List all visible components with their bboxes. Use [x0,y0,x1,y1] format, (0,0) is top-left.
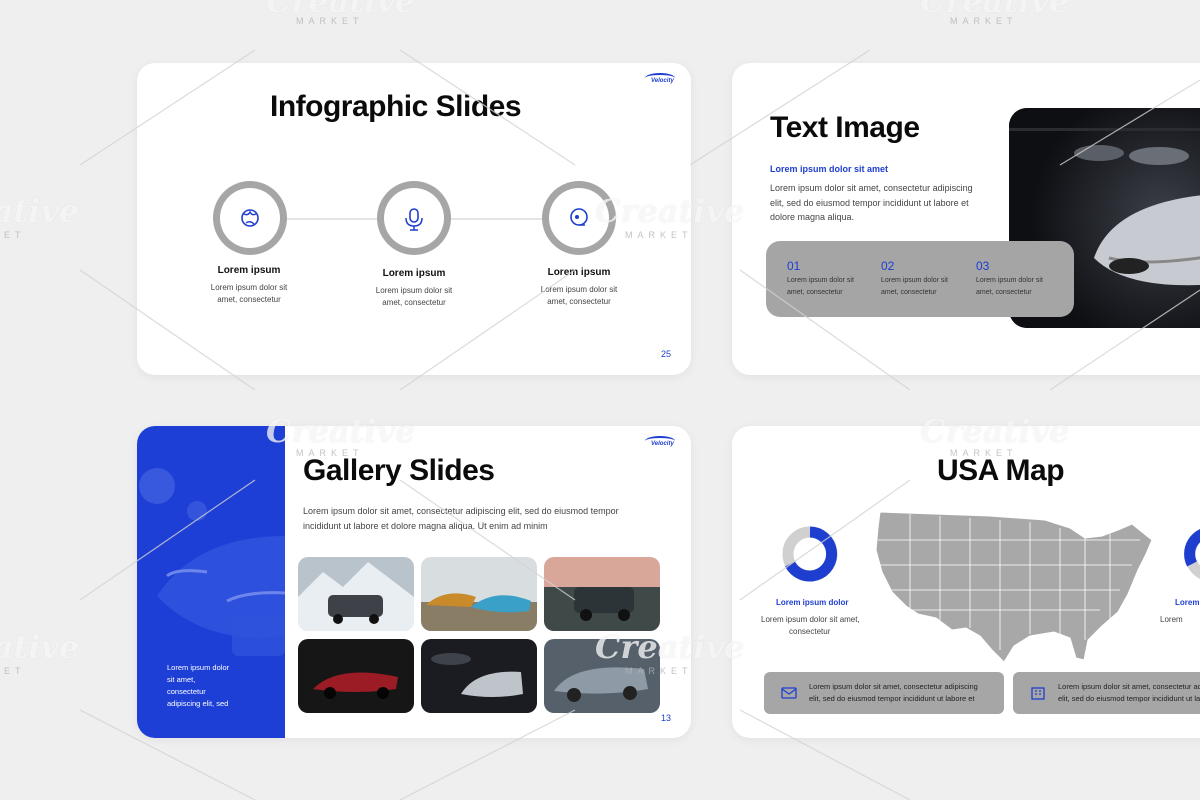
slide-subtitle: Lorem ipsum dolor sit amet [770,164,889,174]
slide-usa-map[interactable]: USA Map Lorem ipsum dolor Lorem ipsum do… [732,426,1200,738]
item-text: Lorem ipsum dolor sit [787,277,854,284]
body-line: elit, sed do eiusmod tempor incididunt u… [770,198,969,208]
item-text: Lorem ipsum dolor sit [375,286,453,295]
side-text-line: consectetur [167,687,206,696]
page-number: 13 [661,713,672,723]
stat-text: Lorem ipsum dolor sit amet, [761,615,860,624]
donut-chart-right [1184,529,1200,579]
item-number: 02 [881,259,895,273]
gallery-photo-bmw[interactable] [544,639,660,713]
stat-label: Lorem [1175,598,1200,607]
stat-label: Lorem ipsum dolor [776,598,849,607]
watermark-subtext: MARKET [0,666,26,676]
gallery-photo-sunset-suv[interactable] [544,557,660,631]
slide-infographic[interactable]: Velocity Infographic Slides Lorem ipsum … [137,63,691,375]
watermark-text: Creative [920,0,1070,20]
item-heading: Lorem ipsum [547,267,611,278]
gallery-photo-snow-suv[interactable] [298,557,414,631]
slide-text-image[interactable]: Text Image Lorem ipsum dolor sit amet Lo… [732,63,1200,375]
gallery-photo-red-car[interactable] [298,639,414,713]
item-text: amet, consectetur [787,289,843,296]
infographic-item-1: Lorem ipsum Lorem ipsum dolor sit amet, … [199,265,299,306]
gallery-photo-garage-car[interactable] [421,639,537,713]
item-text: amet, consectetur [217,295,281,304]
watermark-subtext: MARKET [950,16,1018,26]
body-line: incididunt ut labore et dolore magna ali… [303,521,548,531]
box-text: Lorem ipsum dolor sit amet, consectetur … [809,682,978,691]
numbered-item-2: 02 Lorem ipsum dolor sit amet, consectet… [881,259,948,299]
box-text: Lorem ipsum dolor sit amet, consectetur … [1058,682,1200,691]
item-text: amet, consectetur [547,297,611,306]
body-line: dolore magna aliqua. [770,212,855,222]
watermark-subtext: MARKET [296,16,364,26]
box-text: elit, sed do eiusmod tempor incididunt u… [809,694,975,703]
velocity-logo: Velocity [643,73,679,87]
item-text: Lorem ipsum dolor sit [540,285,618,294]
body-line: Lorem ipsum dolor sit amet, consectetur … [770,183,973,193]
watermark-text: Creative [0,192,80,230]
gallery-photo-sports-cars[interactable] [421,557,537,631]
info-box-1: Lorem ipsum dolor sit amet, consectetur … [764,672,1004,714]
infographic-circle-3 [542,181,616,255]
slide-title: Infographic Slides [270,90,522,123]
infographic-circle-2 [377,181,451,255]
stat-text: Lorem [1160,615,1183,624]
donut-chart-left [782,526,838,582]
headset-icon [570,208,588,226]
item-text: amet, consectetur [976,289,1032,296]
body-line: Lorem ipsum dolor sit amet, consectetur … [303,506,619,516]
side-text-line: Lorem ipsum dolor [167,663,230,672]
item-heading: Lorem ipsum [217,265,281,276]
side-text: Lorem ipsum dolor sit amet, consectetur … [167,662,229,710]
stat-text: consectetur [789,627,831,636]
box-text: elit, sed do eiusmod tempor incididunt u… [1058,694,1200,703]
numbered-item-1: 01 Lorem ipsum dolor sit amet, consectet… [787,259,854,299]
usa-map [875,511,1153,663]
infographic-circle-1 [213,181,287,255]
info-box-2: Lorem ipsum dolor sit amet, consectetur … [1013,672,1200,714]
infographic-item-3: Lorem ipsum Lorem ipsum dolor sit amet, … [529,267,629,308]
watermark-text: Creative [266,0,416,20]
building-icon [1031,687,1045,700]
item-text: amet, consectetur [881,289,937,296]
page-number: 25 [661,349,672,359]
side-text-line: adipiscing elit, sed [167,699,229,708]
item-number: 01 [787,259,801,273]
slide-title: USA Map [937,454,1065,487]
watermark-text: Creative [0,628,80,666]
slide-gallery[interactable]: Lorem ipsum dolor sit amet, consectetur … [137,426,691,738]
numbered-list-box: 01 Lorem ipsum dolor sit amet, consectet… [766,241,1074,317]
watermark-subtext: MARKET [0,230,26,240]
slide-title: Text Image [770,111,920,144]
infographic-item-2: Lorem ipsum Lorem ipsum dolor sit amet, … [364,268,464,309]
item-text: Lorem ipsum dolor sit [881,277,948,284]
item-heading: Lorem ipsum [382,268,446,279]
mail-icon [781,687,797,699]
slide-title: Gallery Slides [303,454,495,487]
numbered-item-3: 03 Lorem ipsum dolor sit amet, consectet… [976,259,1043,299]
blue-side-panel: Lorem ipsum dolor sit amet, consectetur … [137,426,286,738]
item-text: Lorem ipsum dolor sit [976,277,1043,284]
microphone-icon [405,208,423,231]
globe-icon [241,209,259,227]
side-text-line: sit amet, [167,675,196,684]
velocity-logo: Velocity [643,436,679,450]
item-text: Lorem ipsum dolor sit [210,283,288,292]
item-text: amet, consectetur [382,298,446,307]
item-number: 03 [976,259,990,273]
